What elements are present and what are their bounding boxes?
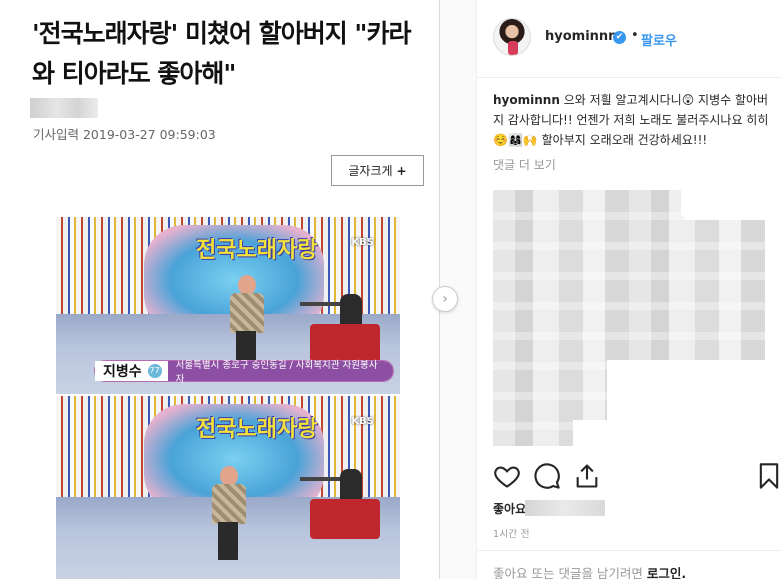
show-logo-text: 전국노래자랑	[196, 416, 318, 442]
chevron-right-icon: ›	[442, 291, 448, 307]
singer-figure	[208, 466, 248, 561]
login-link[interactable]: 로그인.	[647, 566, 686, 579]
separator-dot: •	[631, 28, 639, 43]
author-comment: hyominnn 으와 저흴 알고계시다니😲 지병수 할아버지 감사합니다!! …	[493, 90, 769, 150]
likes-count-blurred	[525, 500, 605, 516]
article-photo-1: 전국노래자랑 KBS 지병수 77 서울특별시 종로구 숭인동길 / 사회복지관…	[56, 217, 400, 394]
drum-kit	[300, 294, 390, 364]
like-heart-icon[interactable]	[493, 462, 521, 490]
contestant-number-badge: 77	[147, 364, 162, 378]
instagram-post-panel: hyominnn ✔ • 팔로우 hyominnn 으와 저흴 알고계시다니😲 …	[476, 0, 782, 579]
comments-section: hyominnn 으와 저흴 알고계시다니😲 지병수 할아버지 감사합니다!! …	[493, 90, 769, 173]
likes-label[interactable]: 좋아요	[493, 500, 526, 517]
font-size-increase-button[interactable]: 글자크게 +	[331, 155, 424, 186]
plus-icon: +	[396, 163, 407, 178]
avatar[interactable]	[493, 18, 531, 56]
login-prompt: 좋아요 또는 댓글을 남기려면 로그인.	[477, 550, 782, 579]
login-prompt-text: 좋아요 또는 댓글을 남기려면	[493, 566, 643, 579]
broadcaster-logo: KBS	[351, 237, 374, 248]
post-author-username[interactable]: hyominnn	[545, 29, 617, 44]
carousel-next-button[interactable]: ›	[432, 286, 458, 312]
font-size-label: 글자크게	[348, 164, 393, 178]
news-article-panel: '전국노래자랑' 미쳤어 할아버지 "카라와 티아라도 좋아해" 기사입력 20…	[0, 0, 440, 579]
show-logo-text: 전국노래자랑	[196, 237, 318, 263]
singer-figure	[226, 275, 266, 370]
contestant-caption: 지병수 77 서울특별시 종로구 숭인동길 / 사회복지관 자원봉사자	[94, 360, 394, 385]
contestant-location: 서울특별시 종로구 숭인동길 / 사회복지관 자원봉사자	[167, 360, 393, 385]
bookmark-icon[interactable]	[755, 462, 782, 490]
post-timestamp: 1시간 전	[493, 529, 530, 540]
article-publish-date: 기사입력 2019-03-27 09:59:03	[33, 127, 216, 142]
drum-kit	[300, 469, 390, 539]
verified-badge-icon: ✔	[613, 31, 626, 44]
comment-bubble-icon[interactable]	[533, 462, 561, 490]
view-more-comments-link[interactable]: 댓글 더 보기	[493, 156, 769, 173]
share-upload-icon[interactable]	[573, 462, 601, 490]
follow-button[interactable]: 팔로우	[641, 30, 677, 49]
comment-username[interactable]: hyominnn	[493, 93, 560, 107]
post-actions-bar	[493, 462, 782, 492]
broadcaster-logo: KBS	[351, 416, 374, 427]
post-header: hyominnn ✔ • 팔로우	[477, 0, 782, 78]
screenshot-root: '전국노래자랑' 미쳤어 할아버지 "카라와 티아라도 좋아해" 기사입력 20…	[0, 0, 782, 579]
contestant-name: 지병수	[95, 361, 148, 381]
reporter-name-blurred	[30, 98, 98, 118]
article-headline: '전국노래자랑' 미쳤어 할아버지 "카라와 티아라도 좋아해"	[32, 19, 411, 88]
article-photo-2: 전국노래자랑 KBS	[56, 396, 400, 579]
